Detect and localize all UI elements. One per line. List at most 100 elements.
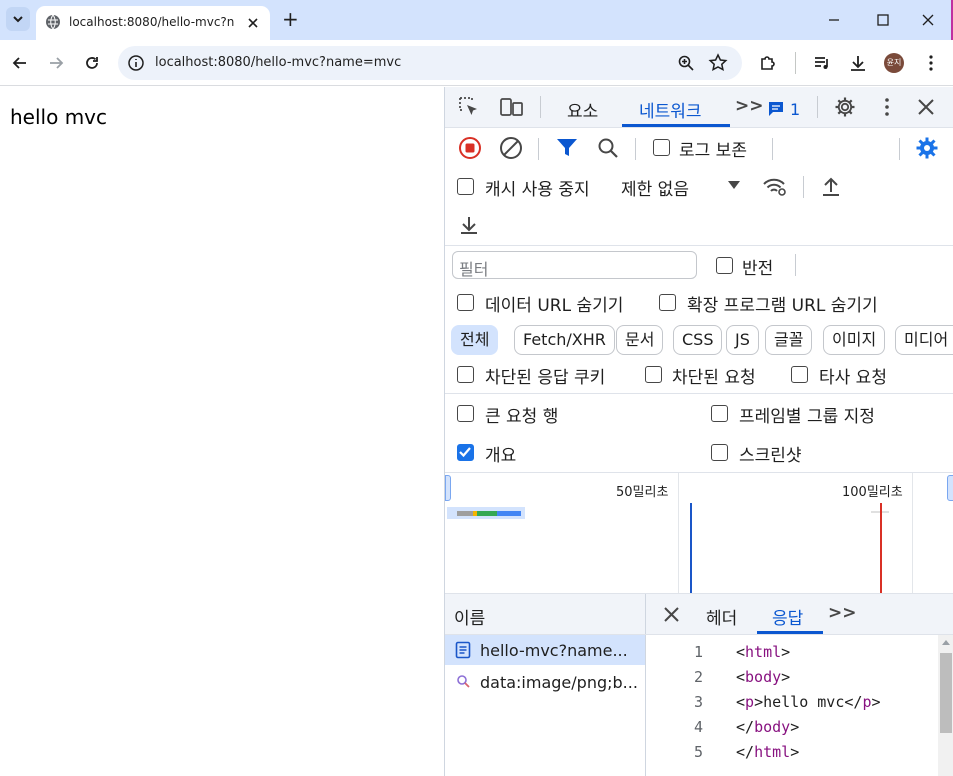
- settings-gear-icon[interactable]: [834, 96, 856, 118]
- inspect-element-icon[interactable]: [458, 96, 480, 118]
- type-filter-fetch-xhr[interactable]: Fetch/XHR: [514, 325, 615, 355]
- type-filter-font[interactable]: 글꼴: [765, 325, 813, 355]
- document-icon: [455, 641, 471, 659]
- bookmark-star-icon[interactable]: [708, 53, 728, 73]
- preserve-log-checkbox[interactable]: [653, 139, 670, 156]
- big-rows-label: 큰 요청 행: [485, 407, 559, 427]
- menu-kebab-icon[interactable]: [921, 53, 941, 73]
- address-bar[interactable]: localhost:8080/hello-mvc?name=mvc: [118, 46, 742, 80]
- more-detail-tabs[interactable]: >>: [828, 603, 857, 623]
- media-control-icon[interactable]: [812, 53, 832, 73]
- overview-label: 개요: [485, 446, 517, 466]
- tab-search-button[interactable]: [6, 7, 30, 31]
- invert-label: 반전: [742, 259, 774, 279]
- blocked-requests-checkbox[interactable]: [645, 366, 662, 383]
- browser-tab[interactable]: localhost:8080/hello-mvc?nam: [36, 6, 270, 40]
- throttle-select[interactable]: 제한 없음: [621, 175, 689, 200]
- hide-data-urls-checkbox[interactable]: [457, 294, 474, 311]
- third-party-checkbox[interactable]: [791, 366, 808, 383]
- scrollbar-thumb[interactable]: [940, 653, 952, 733]
- device-toolbar-icon[interactable]: [500, 96, 524, 118]
- minimize-icon[interactable]: [826, 12, 842, 28]
- disable-cache-checkbox[interactable]: [457, 178, 474, 195]
- divider: [445, 245, 953, 246]
- type-filter-media[interactable]: 미디어: [895, 325, 953, 355]
- request-row[interactable]: data:image/png;b...: [445, 667, 645, 697]
- extensions-icon[interactable]: [758, 53, 778, 73]
- devtools-panel: 요소 네트워크 >> 1 로그 보존 캐시 사용 중지 제한 없음 필터 반전 …: [444, 87, 953, 776]
- close-window-icon[interactable]: [920, 12, 936, 28]
- stop-recording-icon[interactable]: [458, 136, 482, 160]
- forward-icon[interactable]: [46, 53, 66, 73]
- toolbar-separator: [899, 138, 900, 160]
- type-filter-js[interactable]: JS: [726, 325, 759, 355]
- tab-network[interactable]: 네트워크: [639, 97, 702, 122]
- import-har-icon[interactable]: [820, 176, 842, 198]
- export-har-icon[interactable]: [458, 214, 480, 236]
- blocked-requests-label: 차단된 요청: [672, 368, 756, 388]
- line-number: 5: [693, 743, 703, 761]
- maximize-icon[interactable]: [875, 12, 891, 28]
- more-tabs-button[interactable]: >>: [735, 96, 764, 116]
- timeline-right-handle[interactable]: [947, 475, 953, 501]
- request-bar-wait: [477, 511, 497, 516]
- download-icon[interactable]: [848, 53, 868, 73]
- type-filter-css[interactable]: CSS: [673, 325, 723, 355]
- close-tab-icon[interactable]: [246, 16, 260, 30]
- response-viewer[interactable]: 1 <html> 2 <body> 3 <p>hello mvc</p> 4 </body> 5…: [646, 635, 953, 776]
- dropdown-arrow-icon[interactable]: [727, 180, 741, 190]
- issues-count[interactable]: 1: [790, 100, 800, 119]
- invert-checkbox[interactable]: [716, 257, 733, 274]
- profile-avatar[interactable]: 윤지: [884, 53, 904, 73]
- timeline-gridline: [678, 473, 679, 593]
- site-info-icon[interactable]: [127, 54, 145, 72]
- request-row[interactable]: hello-mvc?name...: [445, 635, 645, 665]
- detail-tab-response[interactable]: 응답: [772, 604, 803, 629]
- clear-log-icon[interactable]: [499, 136, 523, 160]
- big-rows-checkbox[interactable]: [457, 405, 474, 422]
- reload-icon[interactable]: [82, 53, 102, 73]
- overview-checkbox[interactable]: [457, 444, 474, 461]
- toolbar-separator: [772, 138, 773, 160]
- scroll-up-icon[interactable]: [941, 638, 951, 646]
- line-number: 2: [693, 668, 703, 686]
- network-conditions-icon[interactable]: [762, 176, 788, 198]
- type-filter-all[interactable]: 전체: [451, 325, 499, 355]
- code-line: <p>hello mvc</p>: [736, 693, 881, 711]
- zoom-icon[interactable]: [677, 54, 695, 72]
- devtools-menu-icon[interactable]: [876, 96, 898, 118]
- network-settings-gear-icon[interactable]: [915, 136, 939, 160]
- new-tab-button[interactable]: +: [282, 7, 299, 31]
- type-filter-image[interactable]: 이미지: [823, 325, 886, 355]
- blocked-cookies-checkbox[interactable]: [457, 366, 474, 383]
- third-party-label: 타사 요청: [819, 368, 887, 388]
- screenshots-checkbox[interactable]: [711, 444, 728, 461]
- hide-extension-urls-checkbox[interactable]: [659, 294, 676, 311]
- url-text[interactable]: localhost:8080/hello-mvc?name=mvc: [155, 55, 401, 70]
- globe-icon: [46, 14, 60, 30]
- filter-placeholder: 필터: [459, 260, 489, 279]
- load-event-line: [880, 503, 882, 593]
- close-devtools-icon[interactable]: [916, 97, 936, 117]
- preserve-log-label: 로그 보존: [679, 141, 747, 161]
- image-request-icon: [457, 675, 470, 688]
- back-icon[interactable]: [10, 53, 30, 73]
- close-detail-icon[interactable]: [663, 606, 680, 623]
- filter-funnel-icon[interactable]: [556, 138, 578, 158]
- detail-tab-headers[interactable]: 헤더: [706, 604, 737, 629]
- issues-icon[interactable]: [768, 101, 784, 117]
- dom-content-loaded-line: [690, 503, 692, 593]
- group-by-frame-checkbox[interactable]: [711, 405, 728, 422]
- tab-elements[interactable]: 요소: [567, 97, 598, 122]
- request-name: hello-mvc?name...: [480, 641, 628, 660]
- type-filter-document[interactable]: 문서: [616, 325, 664, 355]
- timeline-left-handle[interactable]: [445, 475, 451, 501]
- search-icon[interactable]: [597, 137, 619, 159]
- filter-input[interactable]: 필터: [452, 251, 697, 279]
- timeline-overview[interactable]: 50밀리초 100밀리초: [445, 473, 953, 593]
- disable-cache-label: 캐시 사용 중지: [485, 180, 590, 200]
- scrollbar-track[interactable]: [938, 635, 953, 776]
- name-column-header[interactable]: 이름: [445, 594, 645, 634]
- timeline-tick-100: 100밀리초: [842, 485, 903, 500]
- tab-separator: [817, 96, 818, 118]
